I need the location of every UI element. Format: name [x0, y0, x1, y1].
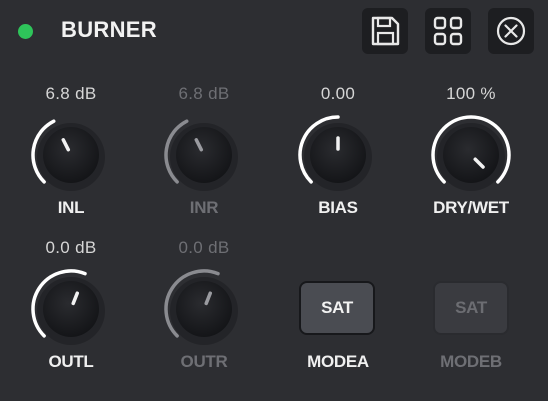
knob-dial[interactable] [26, 264, 116, 354]
knob-dial[interactable] [26, 110, 116, 200]
close-circle-icon [496, 16, 526, 46]
knob-body [176, 127, 232, 183]
knob-body [43, 281, 99, 337]
knob-dial[interactable] [293, 110, 383, 200]
knob-bias: 0.00 BIAS [271, 84, 405, 234]
save-button[interactable] [362, 8, 408, 54]
close-button[interactable] [488, 8, 534, 54]
knob-value: 6.8 dB [178, 84, 230, 103]
grid-icon [433, 16, 463, 46]
knob-dial[interactable] [159, 110, 249, 200]
knob-inr: 6.8 dB INR [137, 84, 271, 234]
knob-dial[interactable] [426, 110, 516, 200]
knob-body [443, 127, 499, 183]
knob-inl: 6.8 dB INL [4, 84, 138, 234]
mode-a-sat-button[interactable]: SAT [299, 281, 375, 335]
knob-label: INL [57, 198, 85, 217]
knob-value: 100 % [446, 84, 496, 103]
knob-outr: 0.0 dB OUTR [137, 238, 271, 388]
knob-body [43, 127, 99, 183]
knob-body [176, 281, 232, 337]
knob-value: 0.0 dB [178, 238, 230, 257]
plugin-title: BURNER [61, 17, 157, 42]
header-bar: BURNER [0, 0, 548, 62]
knob-dial[interactable] [159, 264, 249, 354]
mode-b-sat-button[interactable]: SAT [433, 281, 509, 335]
floppy-disk-icon [371, 16, 400, 46]
knob-label: BIAS [318, 198, 358, 217]
presets-button[interactable] [425, 8, 471, 54]
knob-label: DRY/WET [433, 198, 509, 217]
knob-value: 0.0 dB [45, 238, 97, 257]
knob-value: 6.8 dB [45, 84, 97, 103]
knob-drywet: 100 % DRY/WET [404, 84, 538, 234]
status-indicator [18, 24, 33, 39]
knob-label: OUTL [48, 352, 94, 371]
knob-label: INR [189, 198, 219, 217]
mode-b-label: MODEB [440, 352, 502, 371]
knob-value: 0.00 [320, 84, 356, 103]
knob-outl: 0.0 dB OUTL [4, 238, 138, 388]
knob-label: OUTR [180, 352, 228, 371]
knob-body [310, 127, 366, 183]
mode-a-label: MODEA [307, 352, 369, 371]
